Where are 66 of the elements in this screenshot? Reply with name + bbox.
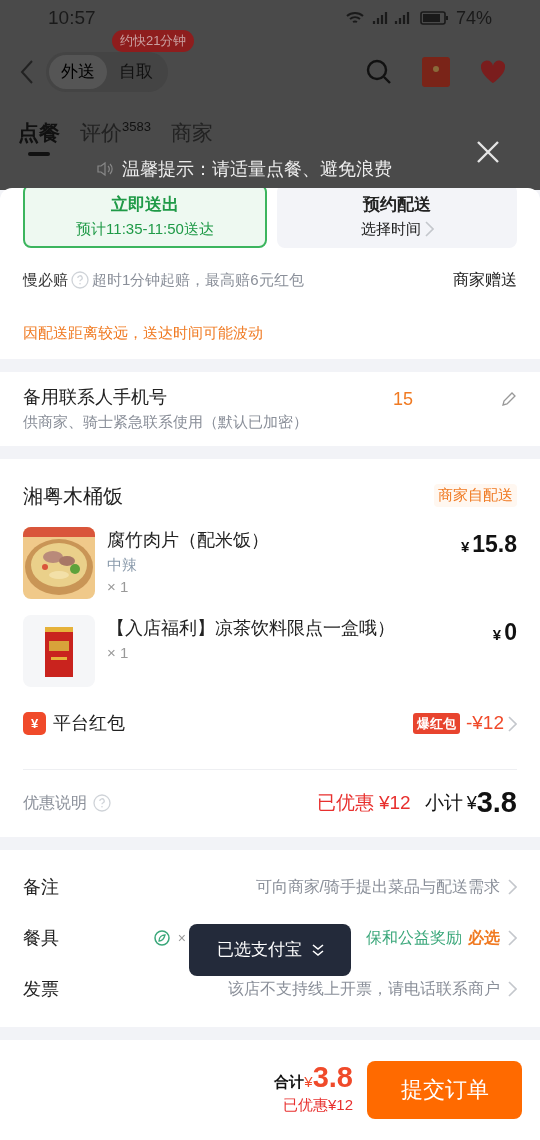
item-quantity: × 1 <box>107 577 130 597</box>
discount-amount: -¥12 <box>465 711 504 736</box>
guarantee-text: 超时1分钟起赔，最高赔6元红包 <box>92 269 304 290</box>
help-icon[interactable] <box>71 271 89 289</box>
required-label: 必选 <box>468 928 500 948</box>
coupon-icon: ¥ <box>23 712 46 735</box>
tab[interactable]: 点餐 <box>18 116 60 148</box>
currency: ¥ <box>466 791 477 815</box>
multiply-sign: × <box>177 928 186 948</box>
store-name: 湘粤木桶饭 <box>23 483 123 509</box>
chevron-icon <box>508 981 517 997</box>
item-name: 腐竹肉片（配米饭） <box>107 528 270 552</box>
total-label: 合计 <box>274 1072 305 1093</box>
chevron-icon <box>508 930 517 946</box>
discount-info-label: 优惠说明 <box>23 793 87 813</box>
item-name: 【入店福利】凉茶饮料限点一盒哦） <box>107 616 396 640</box>
item-quantity: × 1 <box>107 642 130 663</box>
currency: ¥ <box>460 536 470 557</box>
envelope-icon[interactable] <box>422 57 450 87</box>
contact-subtitle: 供商家、骑士紧急联系使用（默认已加密） <box>23 411 308 432</box>
speaker-icon <box>96 161 114 177</box>
badge: 约快21分钟 <box>112 30 195 52</box>
edit-icon[interactable] <box>501 391 517 407</box>
option-value: 可向商家/骑手提出菜品与配送需求 <box>255 877 500 897</box>
chevron-icon <box>508 715 517 732</box>
chevron-icon <box>508 879 517 895</box>
option-label: 餐具 <box>23 926 59 950</box>
option-label: 发票 <box>23 977 59 1001</box>
delivery-option[interactable]: 立即送出 预计11:35-11:50送达 <box>23 188 267 248</box>
option-value: 该店不支持线上开票，请电话联系商户 <box>228 979 500 999</box>
subtotal-amount: 3.8 <box>476 785 517 821</box>
item-spec: 中辣 <box>107 554 138 575</box>
contact-title: 备用联系人手机号 <box>23 385 168 409</box>
item-price: 15.8 <box>472 529 517 559</box>
guarantee-note: 商家赠送 <box>453 270 517 290</box>
back-icon[interactable] <box>20 59 34 85</box>
total-discount: 已优惠¥12 <box>282 1094 353 1115</box>
promo-badge: 爆红包 <box>412 712 460 735</box>
submit-button[interactable]: 提交订单 <box>367 1060 522 1119</box>
delivery-tag: 商家自配送 <box>434 484 517 507</box>
phone-number: 15 <box>392 387 413 411</box>
subtotal-label: 小计 <box>424 790 463 815</box>
double-chevron-icon <box>311 942 324 957</box>
option-label: 备注 <box>23 875 59 899</box>
eco-reward-text: 保和公益奖励 <box>366 928 462 948</box>
toast-text: 已选支付宝 <box>216 938 302 961</box>
signal-icon <box>371 11 412 25</box>
total-amount: 3.8 <box>312 1063 353 1093</box>
warning-text: 因配送距离较远，送达时间可能波动 <box>23 323 264 343</box>
search-icon[interactable] <box>366 59 392 85</box>
wifi-icon <box>345 11 364 25</box>
delivery-option[interactable]: 预约配送 选择时间 <box>277 188 517 248</box>
battery-icon <box>419 11 448 25</box>
discount-total: 已优惠 ¥12 <box>316 790 411 815</box>
coupon-label: 平台红包 <box>53 712 125 735</box>
item-price: 0 <box>504 617 517 647</box>
heart-icon[interactable] <box>480 60 506 84</box>
help-icon[interactable] <box>93 794 111 812</box>
chevron-icon <box>424 220 434 237</box>
tip-text: 温馨提示：请适量点餐、避免浪费 <box>122 157 392 181</box>
guarantee-label: 慢必赔 <box>23 269 68 290</box>
currency: ¥ <box>304 1073 313 1093</box>
mode-tab[interactable]: 外送 <box>49 55 107 89</box>
leaf-icon <box>153 930 170 946</box>
currency: ¥ <box>492 624 502 645</box>
close-icon[interactable] <box>476 140 500 164</box>
